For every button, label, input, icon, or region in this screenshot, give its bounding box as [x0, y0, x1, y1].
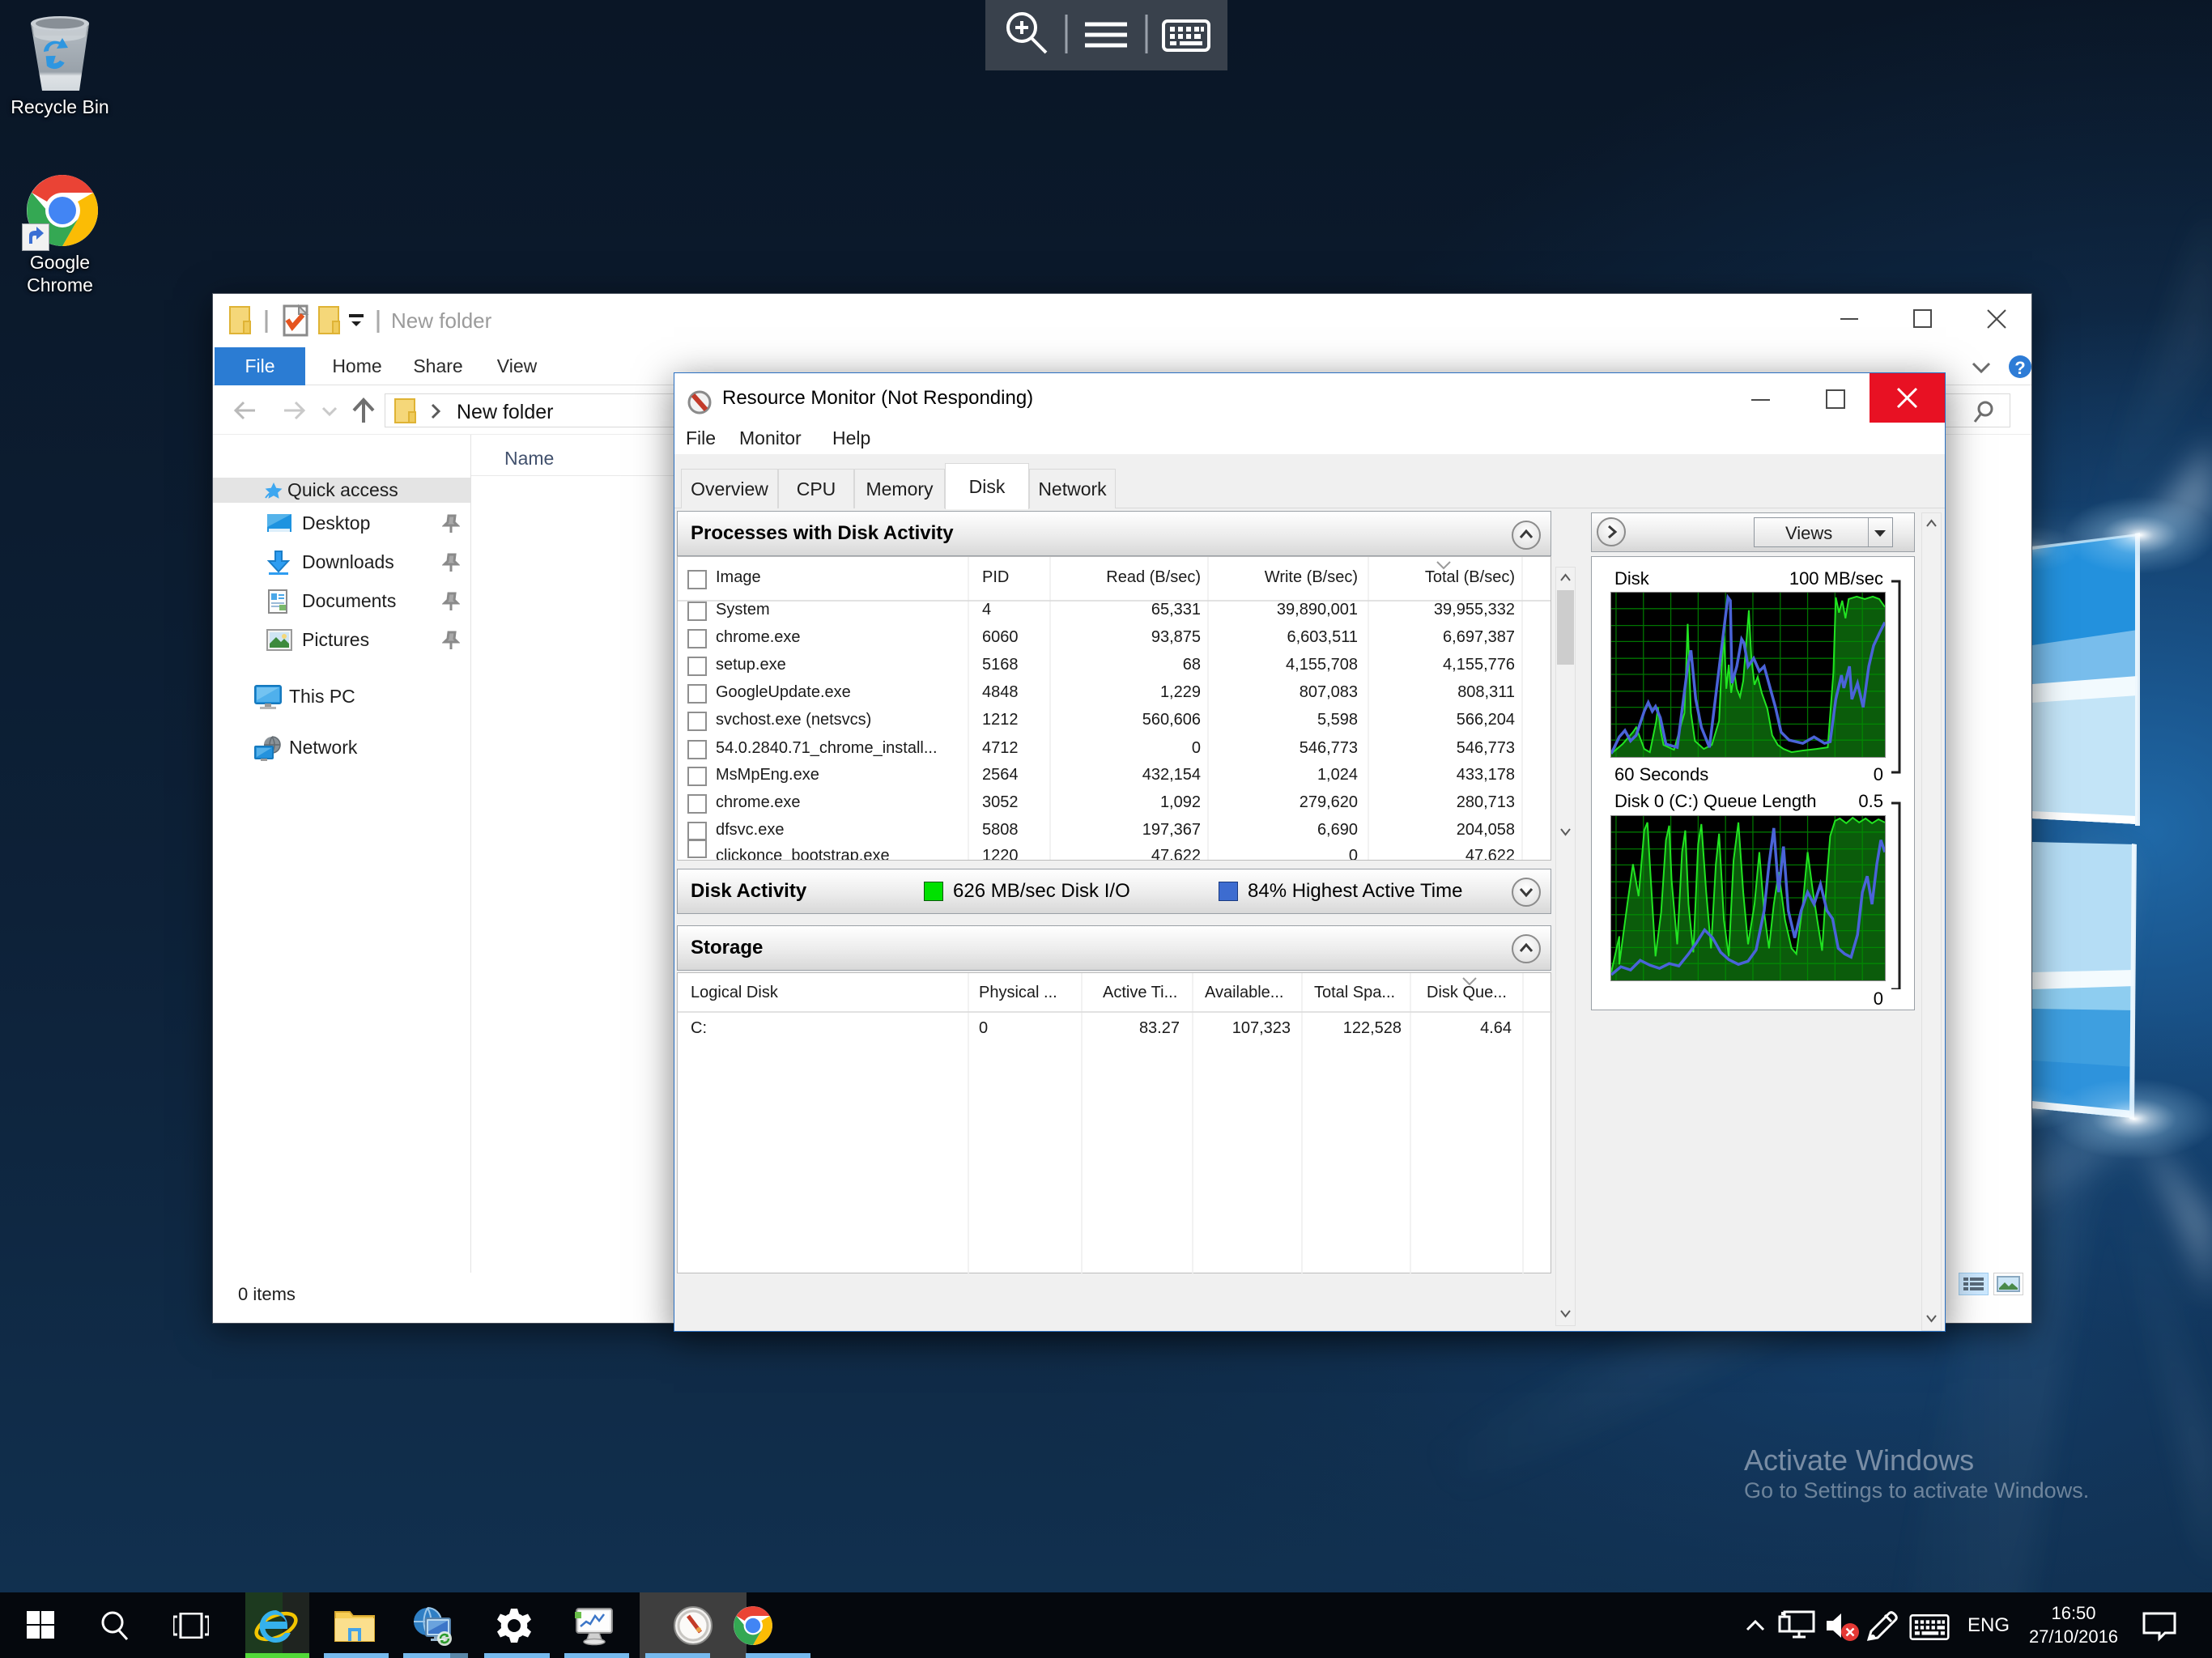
svg-text:New folder: New folder — [391, 308, 492, 333]
svg-text:New folder: New folder — [457, 401, 554, 423]
svg-text:?: ? — [2014, 358, 2025, 378]
